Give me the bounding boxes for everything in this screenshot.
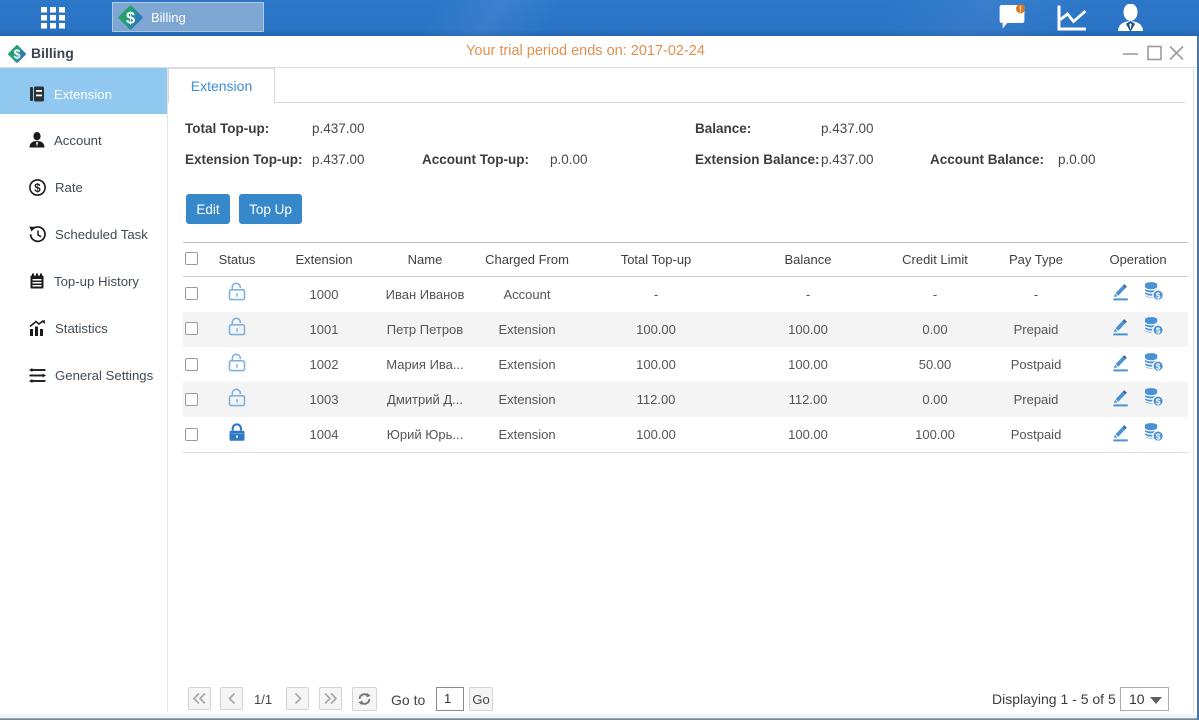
svg-text:$: $ xyxy=(1156,431,1161,441)
svg-text:$: $ xyxy=(34,183,41,195)
svg-text:$: $ xyxy=(1156,361,1161,371)
svg-text:$: $ xyxy=(1156,291,1161,301)
svg-text:$: $ xyxy=(1156,326,1161,336)
svg-text:$: $ xyxy=(1156,396,1161,406)
svg-text:!: ! xyxy=(1019,5,1022,14)
svg-text:$: $ xyxy=(126,9,135,27)
